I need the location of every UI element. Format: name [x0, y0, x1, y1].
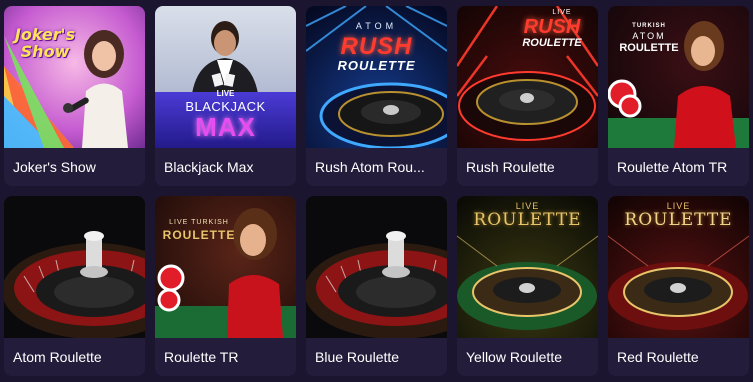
- game-thumbnail: TURKISH ATOM ROULETTE: [608, 6, 749, 148]
- game-card-blue-roulette[interactable]: Blue Roulette: [306, 196, 447, 376]
- game-thumbnail: LIVE TURKISH ROULETTE: [155, 196, 296, 338]
- roulette-tr-artwork: [155, 196, 296, 338]
- game-card-roulette-tr[interactable]: LIVE TURKISH ROULETTE Roulette TR: [155, 196, 296, 376]
- blackjack-logo-max: MAX: [195, 112, 256, 142]
- game-title: Rush Atom Rou...: [315, 159, 425, 175]
- roulette-tr-logo-top: LIVE TURKISH: [169, 219, 229, 226]
- game-card-rush-roulette[interactable]: LIVE RUSH ROULETTE Rush Roulette: [457, 6, 598, 186]
- blue-roulette-artwork: [306, 196, 447, 338]
- atom-roulette-artwork: [4, 196, 145, 338]
- game-caption: Roulette TR: [155, 338, 296, 376]
- game-title: Joker's Show: [13, 159, 96, 175]
- game-title: Blue Roulette: [315, 349, 400, 365]
- game-card-atom-roulette[interactable]: Atom Roulette: [4, 196, 145, 376]
- game-lobby: Joker's Show Joker's Show LIVE BLACKJACK…: [0, 0, 753, 382]
- game-card-rush-atom-roulette[interactable]: ATOM RUSH ROULETTE Rush Atom Rou...: [306, 6, 447, 186]
- game-thumbnail: LIVE ROULETTE: [608, 196, 749, 338]
- game-thumbnail: ATOM RUSH ROULETTE: [306, 6, 447, 148]
- atom-tr-logo-main: ATOM: [632, 31, 666, 41]
- game-caption: Joker's Show: [4, 148, 145, 186]
- game-card-red-roulette[interactable]: LIVE ROULETTE Red Roulette: [608, 196, 749, 376]
- game-title: Blackjack Max: [164, 159, 254, 175]
- game-title: Red Roulette: [617, 349, 699, 365]
- rush-atom-logo-main: RUSH: [340, 33, 413, 60]
- red-roulette-logo-main: ROULETTE: [624, 210, 733, 230]
- game-title: Roulette Atom TR: [617, 159, 728, 175]
- game-thumbnail: Joker's Show: [4, 6, 145, 148]
- blackjack-logo-live: LIVE: [216, 89, 235, 98]
- atom-tr-logo-top: TURKISH: [632, 23, 666, 29]
- game-card-yellow-roulette[interactable]: LIVE ROULETTE Yellow Roulette: [457, 196, 598, 376]
- game-caption: Atom Roulette: [4, 338, 145, 376]
- yellow-roulette-logo-main: ROULETTE: [473, 210, 582, 230]
- game-grid: Joker's Show Joker's Show LIVE BLACKJACK…: [4, 6, 749, 376]
- game-title: Atom Roulette: [13, 349, 102, 365]
- game-thumbnail: LIVE RUSH ROULETTE: [457, 6, 598, 148]
- game-caption: Rush Roulette: [457, 148, 598, 186]
- game-thumbnail: [306, 196, 447, 338]
- game-card-roulette-atom-tr[interactable]: TURKISH ATOM ROULETTE Roulette Atom TR: [608, 6, 749, 186]
- game-card-blackjack-max[interactable]: LIVE BLACKJACK MAX Blackjack Max: [155, 6, 296, 186]
- rush-atom-logo-sub: ROULETTE: [337, 58, 416, 73]
- rush-roulette-logo-main: RUSH: [523, 16, 581, 38]
- game-caption: Rush Atom Rou...: [306, 148, 447, 186]
- game-thumbnail: LIVE ROULETTE: [457, 196, 598, 338]
- atom-tr-logo-sub: ROULETTE: [619, 42, 679, 54]
- game-caption: Red Roulette: [608, 338, 749, 376]
- rush-atom-logo-top: ATOM: [355, 21, 398, 31]
- game-caption: Blue Roulette: [306, 338, 447, 376]
- game-caption: Roulette Atom TR: [608, 148, 749, 186]
- jokers-show-logo: Joker's Show: [14, 25, 76, 61]
- game-caption: Blackjack Max: [155, 148, 296, 186]
- game-thumbnail: LIVE BLACKJACK MAX: [155, 6, 296, 148]
- game-caption: Yellow Roulette: [457, 338, 598, 376]
- game-title: Rush Roulette: [466, 159, 555, 175]
- roulette-tr-logo-main: ROULETTE: [162, 228, 236, 242]
- game-title: Yellow Roulette: [466, 349, 562, 365]
- game-thumbnail: [4, 196, 145, 338]
- rush-roulette-logo-sub: ROULETTE: [522, 37, 582, 49]
- rush-roulette-logo-top: LIVE: [552, 9, 572, 16]
- game-title: Roulette TR: [164, 349, 239, 365]
- game-card-jokers-show[interactable]: Joker's Show Joker's Show: [4, 6, 145, 186]
